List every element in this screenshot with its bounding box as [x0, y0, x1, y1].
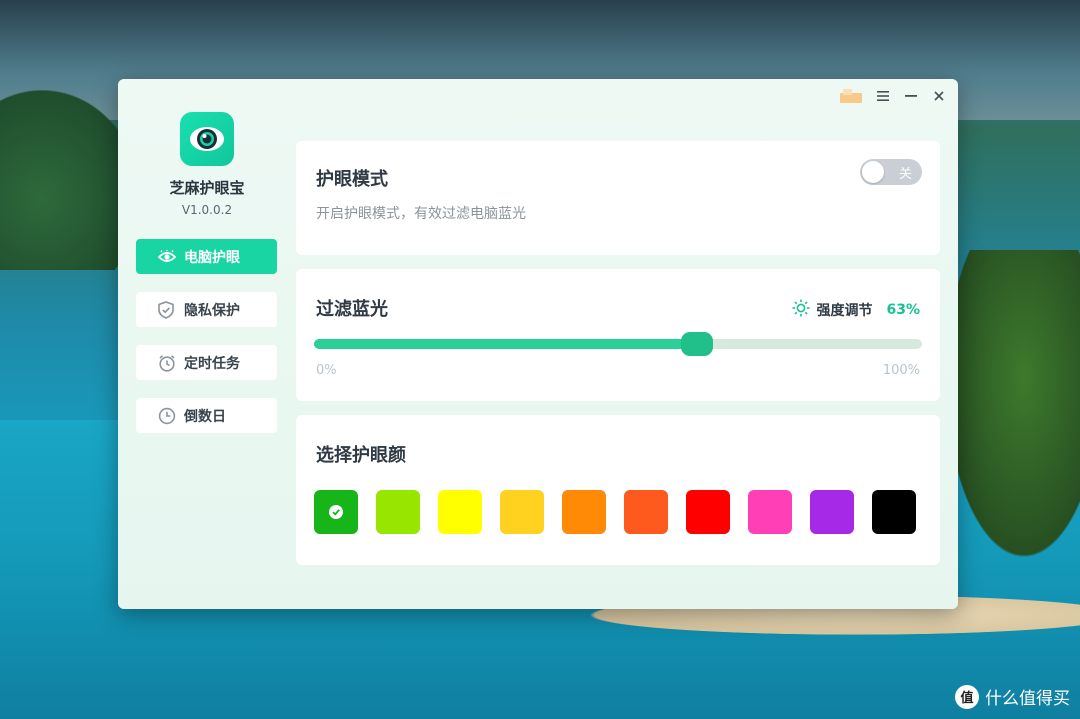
- sidebar-item-eye-care[interactable]: 电脑护眼: [136, 239, 277, 274]
- menu-icon[interactable]: [876, 89, 890, 103]
- intensity-slider[interactable]: [314, 332, 922, 356]
- check-icon: [329, 505, 343, 519]
- sun-icon: [792, 299, 810, 321]
- eye-icon: [158, 248, 176, 266]
- intensity-label: 强度调节: [816, 303, 873, 319]
- color-swatch[interactable]: [314, 490, 358, 534]
- intensity-value: 63%: [886, 302, 920, 318]
- minimize-icon[interactable]: [904, 89, 918, 103]
- color-swatch[interactable]: [438, 490, 482, 534]
- watermark: 值 什么值得买: [955, 684, 1070, 709]
- color-swatch[interactable]: [500, 490, 544, 534]
- blue-filter-title: 过滤蓝光: [316, 299, 388, 320]
- skin-icon[interactable]: [840, 89, 862, 103]
- shield-icon: [158, 300, 176, 319]
- app-logo-icon: [180, 112, 234, 166]
- intensity-control: 强度调节 63%: [792, 299, 920, 321]
- eye-mode-toggle[interactable]: 关: [860, 159, 922, 185]
- color-swatch[interactable]: [872, 490, 916, 534]
- close-icon[interactable]: [932, 89, 946, 103]
- color-swatch[interactable]: [686, 490, 730, 534]
- watermark-text: 什么值得买: [985, 689, 1070, 709]
- eye-mode-title: 护眼模式: [316, 169, 388, 190]
- color-select-title: 选择护眼颜: [316, 445, 406, 466]
- app-version: V1.0.0.2: [181, 203, 233, 217]
- eye-mode-description: 开启护眼模式，有效过滤电脑蓝光: [316, 206, 526, 222]
- color-swatch[interactable]: [562, 490, 606, 534]
- color-swatch[interactable]: [810, 490, 854, 534]
- sidebar-item-label: 倒数日: [184, 408, 226, 425]
- title-bar-controls: [840, 89, 946, 103]
- sidebar-item-privacy[interactable]: 隐私保护: [136, 292, 277, 327]
- blue-filter-card: 过滤蓝光 强度调节 63% 0% 100%: [296, 269, 940, 401]
- sidebar-item-label: 电脑护眼: [184, 249, 240, 266]
- toggle-state-label: 关: [898, 167, 912, 182]
- wallpaper-mountain-right: [940, 250, 1080, 570]
- watermark-badge: 值: [955, 684, 979, 709]
- sidebar-item-label: 隐私保护: [184, 302, 240, 319]
- slider-thumb[interactable]: [681, 332, 714, 356]
- sidebar-item-scheduled-tasks[interactable]: 定时任务: [136, 345, 277, 380]
- clock-icon: [158, 407, 176, 425]
- slider-max-label: 100%: [882, 363, 920, 378]
- app-name: 芝麻护眼宝: [169, 179, 245, 197]
- sidebar-nav: 电脑护眼 隐私保护 定时任务 倒数日: [136, 239, 277, 451]
- sidebar: 芝麻护眼宝 V1.0.0.2 电脑护眼 隐私保护 定时任务 倒数日: [118, 79, 296, 609]
- color-swatch[interactable]: [748, 490, 792, 534]
- alarm-clock-icon: [158, 354, 176, 372]
- toggle-knob: [862, 161, 884, 183]
- sidebar-item-label: 定时任务: [184, 355, 240, 372]
- sidebar-item-countdown[interactable]: 倒数日: [136, 398, 277, 433]
- eye-mode-card: 护眼模式 开启护眼模式，有效过滤电脑蓝光 关: [296, 141, 940, 255]
- app-window: 芝麻护眼宝 V1.0.0.2 电脑护眼 隐私保护 定时任务 倒数日 护眼模式 开…: [118, 79, 958, 609]
- slider-fill: [314, 339, 698, 349]
- slider-min-label: 0%: [316, 363, 337, 378]
- color-swatch-list: [314, 490, 916, 534]
- color-select-card: 选择护眼颜: [296, 415, 940, 565]
- color-swatch[interactable]: [624, 490, 668, 534]
- color-swatch[interactable]: [376, 490, 420, 534]
